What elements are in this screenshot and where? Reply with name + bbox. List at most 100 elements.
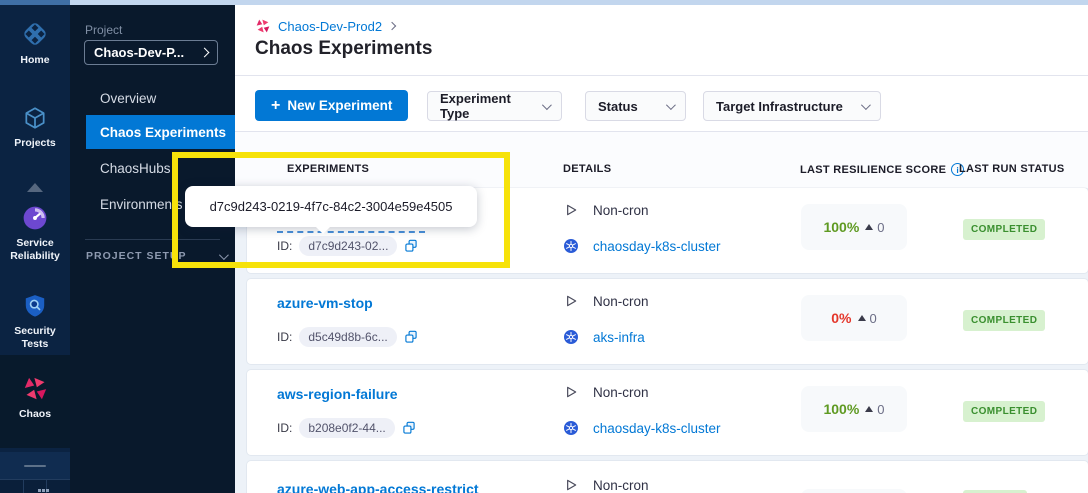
rail-item-chaos[interactable]: Chaos xyxy=(0,375,70,421)
app-grid-icon xyxy=(38,489,41,492)
play-icon xyxy=(563,202,579,218)
rail-item-security-tests[interactable]: Security Tests xyxy=(0,293,70,351)
experiment-name-link[interactable]: azure-vm-stop xyxy=(277,295,373,311)
module-rail: Home Projects Service Reliability xyxy=(0,5,70,493)
rail-label-service-reliability: Service Reliability xyxy=(7,237,63,263)
filter-target-infrastructure[interactable]: Target Infrastructure xyxy=(703,91,881,121)
rail-label-chaos: Chaos xyxy=(19,408,51,421)
nav-label: ChaosHubs xyxy=(100,161,171,176)
rail-bottom-bar xyxy=(0,479,70,493)
sidebar-item-chaoshubs[interactable]: ChaosHubs xyxy=(86,151,235,185)
chevron-down-icon xyxy=(219,250,229,260)
infrastructure-link[interactable]: chaosday-k8s-cluster xyxy=(593,239,721,254)
security-tests-icon xyxy=(22,293,48,319)
chaos-icon xyxy=(22,375,49,402)
experiment-id: ID: b208e0f2-44... xyxy=(277,418,416,438)
delta-up-icon xyxy=(858,315,866,321)
infrastructure-link[interactable]: chaosday-k8s-cluster xyxy=(593,421,721,436)
column-header-score: LAST RESILIENCE SCORE i xyxy=(800,163,964,176)
schedule-type: Non-cron xyxy=(593,478,649,493)
chevron-down-icon xyxy=(861,100,871,110)
breadcrumb-project-link[interactable]: Chaos-Dev-Prod2 xyxy=(278,19,382,34)
new-experiment-label: New Experiment xyxy=(287,98,392,113)
id-label: ID: xyxy=(277,239,292,253)
panel-divider xyxy=(85,239,220,240)
page-title: Chaos Experiments xyxy=(255,38,432,60)
resilience-score-box: 100% 0 xyxy=(801,386,907,432)
service-reliability-icon xyxy=(22,205,48,231)
copy-icon[interactable] xyxy=(404,239,418,253)
play-icon xyxy=(563,293,579,309)
id-label: ID: xyxy=(277,421,292,435)
filter-status[interactable]: Status xyxy=(585,91,686,121)
status-badge: COMPLETED xyxy=(963,310,1045,331)
sidebar-item-overview[interactable]: Overview xyxy=(86,81,235,115)
id-value-pill: d5c49d8b-6c... xyxy=(299,327,396,347)
resilience-score-box: 0% 0 xyxy=(801,295,907,341)
rail-bottom-cell-apps[interactable] xyxy=(24,480,48,493)
filter-experiment-type[interactable]: Experiment Type xyxy=(427,91,562,121)
nav-label: Chaos Experiments xyxy=(100,125,226,140)
collapse-handle-icon xyxy=(24,465,46,467)
rail-item-projects[interactable]: Projects xyxy=(0,105,70,150)
column-header-experiments: EXPERIMENTS xyxy=(287,163,369,175)
copy-icon[interactable] xyxy=(402,421,416,435)
tooltip-text: d7c9d243-0219-4f7c-84c2-3004e59e4505 xyxy=(210,199,453,214)
experiment-row-3[interactable]: aws-region-failure ID: b208e0f2-44... No… xyxy=(247,370,1088,455)
project-selector-value: Chaos-Dev-P... xyxy=(94,45,184,60)
experiment-name-link[interactable]: azure-web-app-access-restrict xyxy=(277,481,479,493)
resilience-score-box: 100% 0 xyxy=(801,204,907,250)
chevron-down-icon xyxy=(666,100,676,110)
id-label: ID: xyxy=(277,330,292,344)
rail-label-home: Home xyxy=(20,54,49,67)
rail-label-security-tests: Security Tests xyxy=(0,325,70,351)
id-tooltip: d7c9d243-0219-4f7c-84c2-3004e59e4505 xyxy=(185,186,477,227)
project-setup-label: PROJECT SETUP xyxy=(86,250,187,262)
project-sidebar: Project Chaos-Dev-P... Overview Chaos Ex… xyxy=(70,5,235,493)
tooltip-caret xyxy=(315,226,331,234)
experiment-row-2[interactable]: azure-vm-stop ID: d5c49d8b-6c... Non-cro… xyxy=(247,279,1088,364)
rail-item-service-reliability[interactable]: Service Reliability xyxy=(0,205,70,263)
play-icon xyxy=(563,477,579,493)
id-value-pill: b208e0f2-44... xyxy=(299,418,394,438)
chaos-breadcrumb-icon xyxy=(255,18,271,34)
schedule-type: Non-cron xyxy=(593,294,649,309)
project-setup-toggle[interactable]: PROJECT SETUP xyxy=(86,250,226,262)
column-header-status: LAST RUN STATUS xyxy=(959,163,1065,175)
status-badge: COMPLETED xyxy=(963,401,1045,422)
home-icon xyxy=(21,20,49,48)
app-window: Home Projects Service Reliability xyxy=(0,0,1088,493)
score-value: 100% xyxy=(823,219,859,235)
kubernetes-icon xyxy=(563,329,579,345)
copy-icon[interactable] xyxy=(404,330,418,344)
projects-icon xyxy=(22,105,48,131)
chevron-right-icon xyxy=(200,48,210,58)
new-experiment-button[interactable]: + New Experiment xyxy=(255,90,408,121)
rail-item-home[interactable]: Home xyxy=(0,20,70,67)
breadcrumb-chevron-icon xyxy=(388,22,396,30)
id-value-pill: d7c9d243-02... xyxy=(299,236,397,256)
plus-icon: + xyxy=(271,98,280,114)
experiment-id: ID: d5c49d8b-6c... xyxy=(277,327,418,347)
resilience-score-box xyxy=(801,489,907,493)
rail-collapse-block[interactable] xyxy=(0,452,70,479)
breadcrumb: Chaos-Dev-Prod2 xyxy=(255,18,395,34)
obscured-experiment-name xyxy=(277,231,425,233)
kubernetes-icon xyxy=(563,420,579,436)
rail-bottom-cell-right[interactable] xyxy=(47,480,70,493)
delta-up-icon xyxy=(865,406,873,412)
column-header-details: DETAILS xyxy=(563,163,611,175)
infrastructure-link[interactable]: aks-infra xyxy=(593,330,645,345)
rail-bottom-cell-left[interactable] xyxy=(0,480,24,493)
kubernetes-icon xyxy=(563,238,579,254)
experiment-row-4[interactable]: azure-web-app-access-restrict Non-cron xyxy=(247,461,1088,493)
delta-value: 0 xyxy=(877,220,884,235)
experiment-name-link[interactable]: aws-region-failure xyxy=(277,386,398,402)
schedule-type: Non-cron xyxy=(593,203,649,218)
project-selector[interactable]: Chaos-Dev-P... xyxy=(84,40,218,65)
rail-scroll-up-icon[interactable] xyxy=(27,183,43,192)
filter-label: Status xyxy=(598,99,638,114)
header-divider xyxy=(235,75,1088,76)
sidebar-item-chaos-experiments[interactable]: Chaos Experiments xyxy=(86,115,235,149)
delta-up-icon xyxy=(865,224,873,230)
